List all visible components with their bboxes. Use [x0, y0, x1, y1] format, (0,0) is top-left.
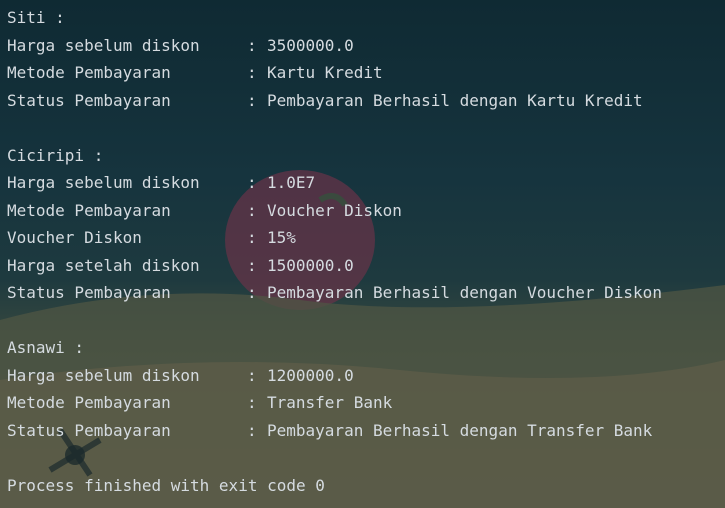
- console-line: Metode Pembayaran: Transfer Bank: [7, 389, 725, 417]
- field-separator: :: [247, 420, 257, 440]
- field-separator: :: [247, 255, 257, 275]
- field-separator: :: [247, 283, 257, 302]
- console-line: Metode Pembayaran: Voucher Diskon: [7, 197, 725, 225]
- field-value: Pembayaran Berhasil dengan Kartu Kredit: [267, 90, 643, 110]
- field-separator: :: [247, 63, 257, 82]
- field-label: Harga sebelum diskon: [7, 173, 200, 192]
- field-label: Harga sebelum diskon: [7, 35, 200, 55]
- field-separator: :: [247, 90, 257, 110]
- console-line: Metode Pembayaran: Kartu Kredit: [7, 59, 725, 87]
- console-line: Status Pembayaran: Pembayaran Berhasil de…: [7, 87, 725, 115]
- run-console-output: Siti : Harga sebelum diskon:3500000.0 Meto…: [7, 4, 725, 508]
- console-line: Harga sebelum diskon:1.0E7: [7, 169, 725, 197]
- field-separator: :: [247, 393, 257, 412]
- console-line: Status Pembayaran: Pembayaran Berhasil de…: [7, 279, 725, 307]
- console-line: Voucher Diskon:15%: [7, 224, 725, 252]
- field-separator: :: [247, 365, 257, 385]
- field-separator: :: [247, 173, 257, 192]
- field-label: Harga sebelum diskon: [7, 365, 200, 385]
- field-label: Harga setelah diskon: [7, 255, 200, 275]
- field-value: Transfer Bank: [267, 393, 393, 412]
- console-line: Harga sebelum diskon:1200000.0: [7, 362, 725, 390]
- field-value: Pembayaran Berhasil dengan Transfer Bank: [267, 420, 653, 440]
- field-separator: :: [247, 228, 257, 247]
- field-value: 1200000.0: [267, 365, 354, 385]
- field-value: 1500000.0: [267, 255, 354, 275]
- field-label: Voucher Diskon: [7, 228, 142, 247]
- field-separator: :: [247, 200, 257, 220]
- process-exit-message: Process finished with exit code 0: [7, 475, 325, 495]
- console-line: Harga setelah diskon:1500000.0: [7, 252, 725, 280]
- field-label: Metode Pembayaran: [7, 200, 171, 220]
- field-label: Status Pembayaran: [7, 90, 171, 110]
- field-value: Pembayaran Berhasil dengan Voucher Disko…: [267, 283, 662, 302]
- field-value: 1.0E7: [267, 173, 316, 192]
- field-value: 3500000.0: [267, 35, 354, 55]
- field-label: Status Pembayaran: [7, 420, 171, 440]
- customer-header: Asnawi :: [7, 338, 85, 357]
- field-value: 15%: [267, 228, 296, 247]
- field-label: Metode Pembayaran: [7, 63, 171, 82]
- console-line: Status Pembayaran: Pembayaran Berhasil de…: [7, 417, 725, 445]
- field-separator: :: [247, 35, 257, 55]
- console-line: Harga sebelum diskon:3500000.0: [7, 32, 725, 60]
- customer-header: Ciciripi :: [7, 145, 104, 165]
- field-label: Status Pembayaran: [7, 283, 171, 302]
- field-label: Metode Pembayaran: [7, 393, 171, 412]
- customer-header: Siti :: [7, 8, 65, 27]
- field-value: Voucher Diskon: [267, 200, 402, 220]
- field-value: Kartu Kredit: [267, 63, 383, 82]
